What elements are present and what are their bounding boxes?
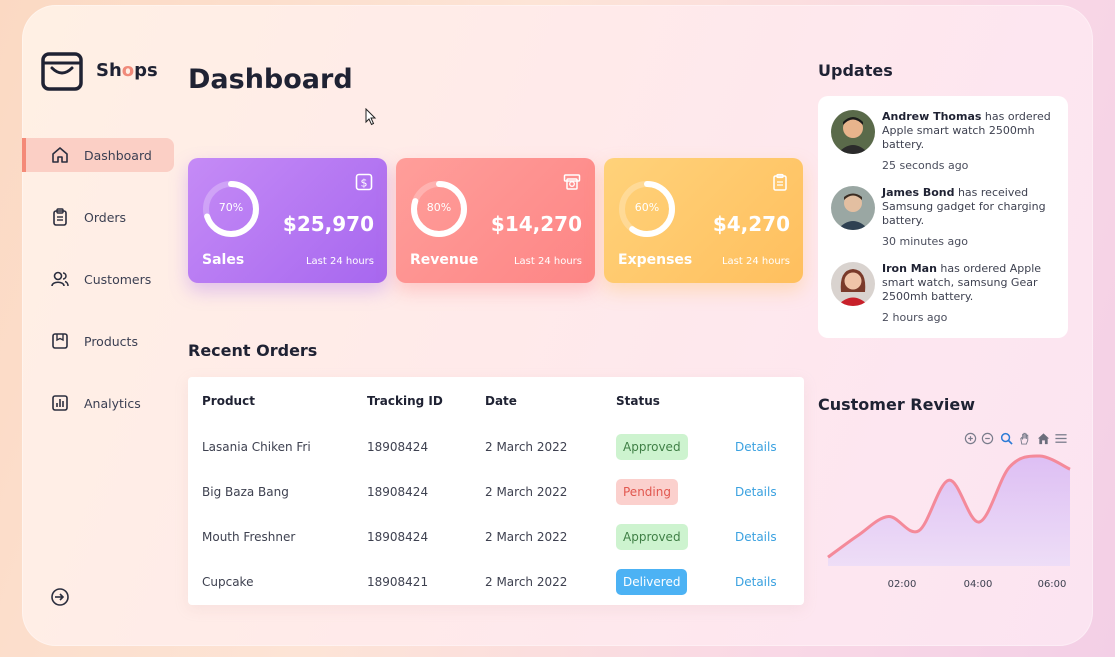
details-link[interactable]: Details: [735, 440, 777, 454]
revenue-amount: $14,270: [490, 212, 582, 236]
users-icon: [51, 271, 69, 287]
avatar: [831, 186, 875, 230]
update-message: Andrew Thomas has ordered Apple smart wa…: [882, 110, 1051, 151]
column-header-tracking-id: Tracking ID: [367, 394, 443, 408]
date-cell: 2 March 2022: [485, 440, 568, 454]
orders-table: Product Tracking ID Date Status Lasania …: [188, 377, 804, 605]
sidebar-item-label: Products: [84, 333, 138, 349]
revenue-percent: 80%: [426, 201, 452, 214]
bar-chart-icon: [52, 395, 68, 411]
column-header-date: Date: [485, 394, 517, 408]
receipt-icon: [773, 173, 787, 191]
update-message: Iron Man has ordered Apple smart watch, …: [882, 262, 1042, 303]
column-header-product: Product: [202, 394, 255, 408]
status-badge: Pending: [616, 479, 678, 505]
customer-review-chart: 02:00 04:00 06:00: [827, 454, 1071, 588]
svg-text:$: $: [361, 177, 368, 190]
sidebar-item-label: Dashboard: [84, 147, 152, 163]
cash-icon: [563, 174, 581, 190]
sidebar-item-label: Orders: [84, 209, 127, 225]
x-tick-label: 02:00: [888, 579, 917, 588]
revenue-card[interactable]: 80% $14,270 Revenue Last 24 hours: [396, 158, 595, 283]
logout-icon[interactable]: [50, 587, 70, 607]
update-time: 30 minutes ago: [882, 235, 968, 248]
zoom-out-icon[interactable]: [981, 432, 994, 445]
revenue-label: Revenue: [410, 252, 479, 268]
sidebar-item-customers[interactable]: Customers: [22, 262, 174, 296]
sales-amount: $25,970: [282, 212, 374, 236]
expenses-period: Last 24 hours: [721, 256, 790, 267]
home-icon: [52, 147, 68, 163]
product-cell: Lasania Chiken Fri: [202, 440, 311, 454]
expenses-card[interactable]: 60% $4,270 Expenses Last 24 hours: [604, 158, 803, 283]
date-cell: 2 March 2022: [485, 485, 568, 499]
details-link[interactable]: Details: [735, 530, 777, 544]
pan-hand-icon[interactable]: [1018, 432, 1031, 445]
expenses-amount: $4,270: [712, 212, 790, 236]
avatar: [831, 110, 875, 154]
sidebar-item-analytics[interactable]: Analytics: [22, 386, 174, 420]
x-tick-label: 06:00: [1038, 579, 1067, 588]
sidebar-item-orders[interactable]: Orders: [22, 200, 174, 234]
zoom-in-icon[interactable]: [964, 432, 977, 445]
tracking-cell: 18908424: [367, 530, 429, 544]
expenses-percent: 60%: [634, 201, 660, 214]
chart-toolbar: [964, 432, 1068, 445]
avatar: [831, 262, 875, 306]
clipboard-icon: [53, 208, 67, 226]
tracking-cell: 18908424: [367, 485, 429, 499]
date-cell: 2 March 2022: [485, 575, 568, 589]
update-time: 25 seconds ago: [882, 159, 969, 172]
sales-percent: 70%: [218, 201, 244, 214]
sidebar-item-label: Analytics: [84, 395, 141, 411]
update-message: James Bond has received Samsung gadget f…: [882, 186, 1046, 227]
status-badge: Approved: [616, 434, 688, 460]
mouse-cursor-icon: [365, 108, 377, 126]
revenue-period: Last 24 hours: [513, 256, 582, 267]
menu-icon[interactable]: [1054, 432, 1068, 445]
details-link[interactable]: Details: [735, 485, 777, 499]
column-header-status: Status: [616, 394, 660, 408]
page-title: Dashboard: [188, 64, 353, 95]
sales-label: Sales: [202, 252, 245, 268]
sidebar-item-products[interactable]: Products: [22, 324, 174, 358]
status-badge: Approved: [616, 524, 688, 550]
box-icon: [52, 333, 68, 349]
product-cell: Cupcake: [202, 575, 254, 589]
home-icon[interactable]: [1037, 432, 1050, 445]
customer-review-title: Customer Review: [818, 395, 975, 414]
sales-period: Last 24 hours: [305, 256, 374, 267]
product-cell: Big Baza Bang: [202, 485, 289, 499]
brand-logo[interactable]: Shops: [40, 48, 158, 92]
tracking-cell: 18908424: [367, 440, 429, 454]
status-badge: Delivered: [616, 569, 688, 595]
x-tick-label: 04:00: [964, 579, 993, 588]
date-cell: 2 March 2022: [485, 530, 568, 544]
updates-title: Updates: [818, 61, 893, 80]
shopping-bag-icon: [41, 52, 83, 91]
review-area: [828, 455, 1070, 566]
tracking-cell: 18908421: [367, 575, 429, 589]
expenses-label: Expenses: [618, 252, 693, 268]
product-cell: Mouth Freshner: [202, 530, 296, 544]
updates-panel: Andrew Thomas has ordered Apple smart wa…: [818, 96, 1068, 338]
sidebar-item-dashboard[interactable]: Dashboard: [22, 138, 174, 172]
recent-orders-title: Recent Orders: [188, 341, 318, 360]
sales-card[interactable]: 70% $ $25,970 Sales Last 24 hours: [188, 158, 387, 283]
sidebar-item-label: Customers: [84, 271, 152, 287]
update-time: 2 hours ago: [882, 311, 948, 324]
brand-name: Shops: [96, 59, 158, 81]
magnify-icon[interactable]: [1000, 432, 1013, 445]
details-link[interactable]: Details: [735, 575, 777, 589]
dollar-icon: $: [355, 173, 373, 191]
